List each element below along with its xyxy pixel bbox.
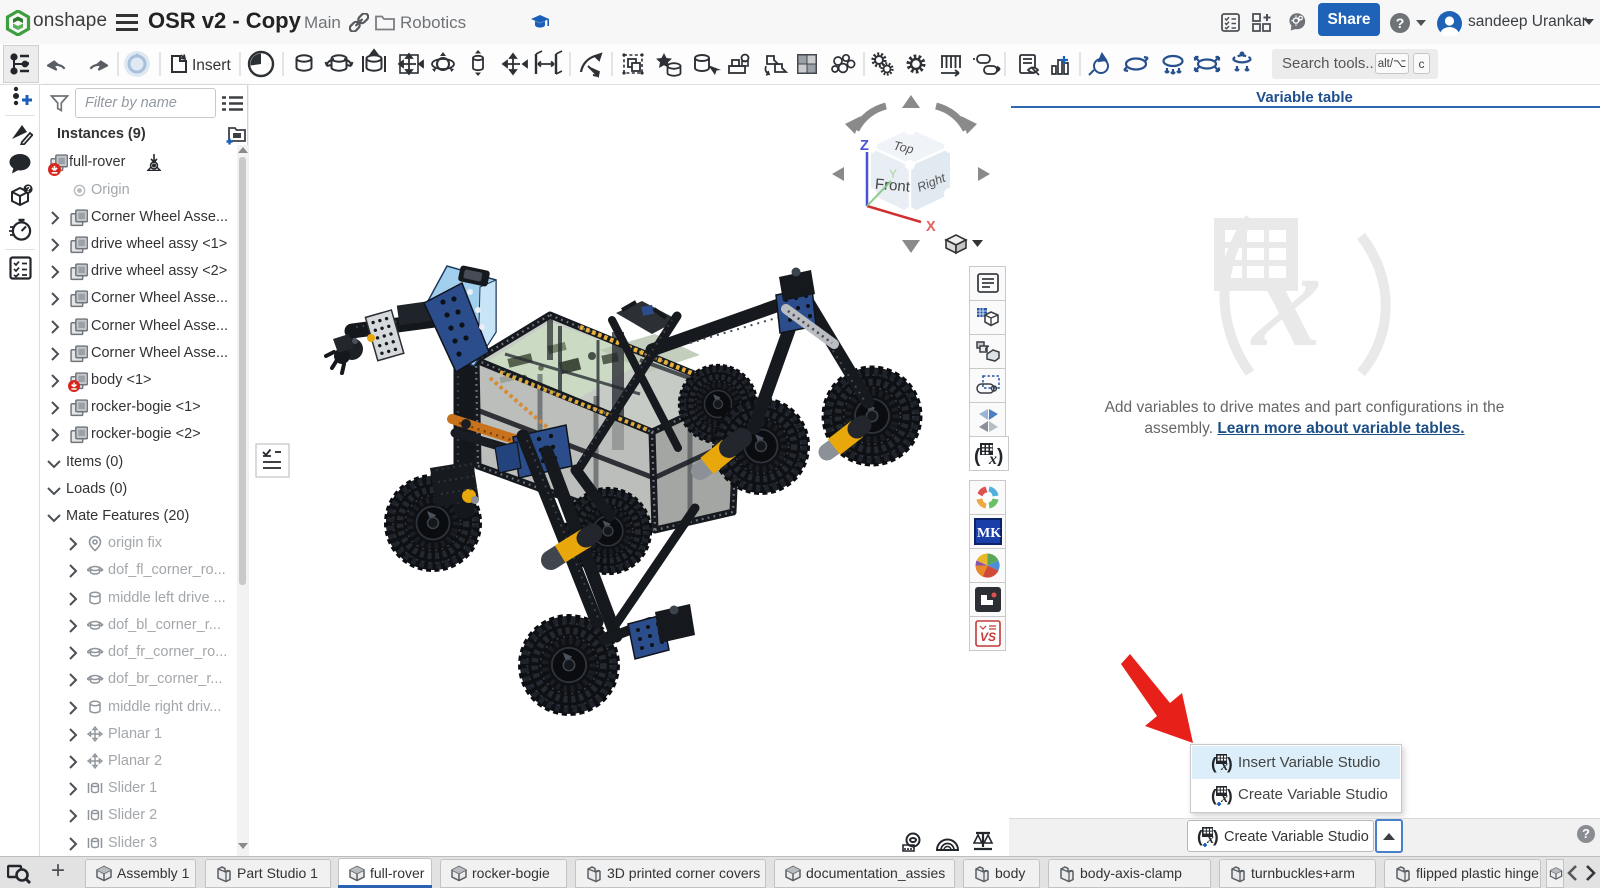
svg-text:VS: VS xyxy=(980,630,996,644)
svg-text:): ) xyxy=(1213,827,1219,846)
svg-text:x: x xyxy=(988,451,997,468)
svg-text:Z: Z xyxy=(860,138,869,154)
svg-text:Insert: Insert xyxy=(192,57,231,74)
svg-text:): ) xyxy=(997,446,1003,467)
svg-text:): ) xyxy=(1227,786,1233,805)
svg-text:?: ? xyxy=(26,184,31,194)
svg-text:): ) xyxy=(1227,754,1233,773)
svg-text:Y: Y xyxy=(889,167,897,181)
svg-text:X: X xyxy=(926,219,936,235)
svg-text:x: x xyxy=(1250,221,1322,376)
svg-text:MK: MK xyxy=(977,526,1001,541)
svg-text:(: ( xyxy=(974,446,981,467)
